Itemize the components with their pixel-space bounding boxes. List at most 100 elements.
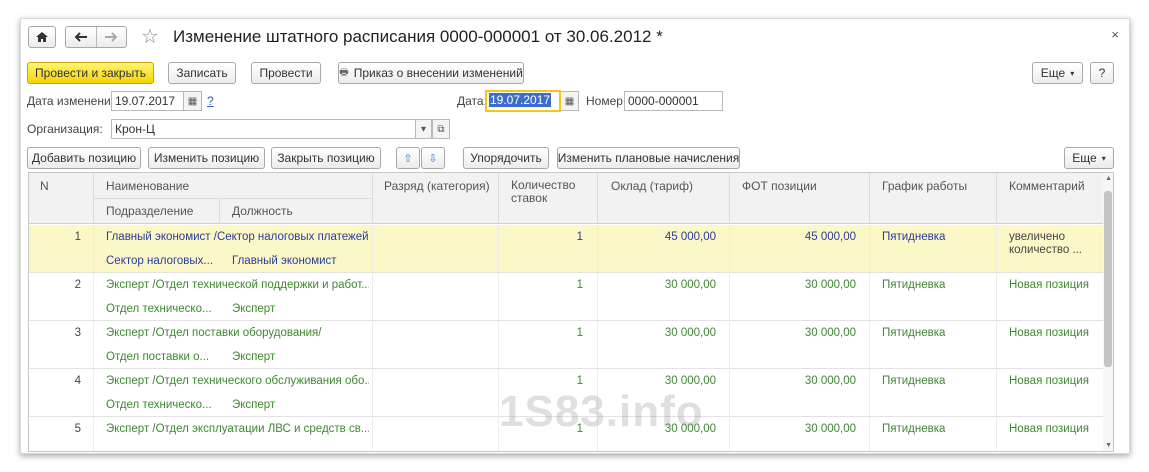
column-divider — [93, 225, 94, 273]
col-fot[interactable]: ФОТ позиции — [742, 179, 817, 193]
date-field[interactable]: 19.07.2017 — [485, 90, 561, 112]
cell-position: Главный экономист — [232, 255, 337, 267]
cell-name: Эксперт /Отдел эксплуатации ЛВС и средст… — [106, 423, 369, 435]
column-divider — [372, 273, 373, 321]
header-divider — [93, 173, 94, 224]
vertical-scrollbar[interactable]: ▲ ▼ — [1103, 173, 1113, 451]
column-divider — [869, 369, 870, 417]
cell-name: Главный экономист /Сектор налоговых плат… — [106, 231, 369, 243]
home-icon — [36, 32, 48, 42]
col-position[interactable]: Должность — [232, 204, 293, 218]
more-button[interactable]: Еще ▾ — [1032, 62, 1083, 84]
cell-schedule: Пятидневка — [882, 423, 946, 435]
column-divider — [869, 225, 870, 273]
column-divider — [869, 417, 870, 451]
table-more-label: Еще — [1072, 151, 1097, 165]
cell-dept: Отдел техническо... — [106, 399, 212, 411]
cell-n: 5 — [74, 423, 81, 435]
cell-fot: 30 000,00 — [804, 279, 856, 291]
organization-field[interactable]: Крон-Ц — [111, 119, 416, 139]
save-button[interactable]: Записать — [168, 62, 236, 84]
help-link[interactable]: ? — [207, 94, 214, 108]
col-n[interactable]: N — [40, 179, 49, 193]
page-title: Изменение штатного расписания 0000-00000… — [173, 27, 663, 46]
column-divider — [996, 369, 997, 417]
scrollbar-thumb[interactable] — [1104, 191, 1112, 367]
post-button[interactable]: Провести — [251, 62, 321, 84]
edit-position-button[interactable]: Изменить позицию — [148, 147, 265, 169]
table-row[interactable]: 3 Эксперт /Отдел поставки оборудования/От… — [29, 321, 1105, 369]
cell-rates: 1 — [576, 279, 583, 291]
col-rates[interactable]: Количество ставок — [511, 179, 587, 205]
move-down-button[interactable]: ⇩ — [421, 147, 445, 169]
cell-rates: 1 — [576, 327, 583, 339]
column-divider — [93, 369, 94, 417]
cell-rates: 1 — [576, 375, 583, 387]
home-button[interactable] — [28, 26, 56, 48]
cell-fot: 45 000,00 — [804, 231, 856, 243]
cell-salary: 30 000,00 — [664, 327, 716, 339]
change-date-label: Дата изменений: — [27, 94, 121, 108]
date-label: Дата: — [457, 94, 487, 108]
cell-dept: Отдел поставки о... — [106, 351, 210, 363]
sort-button[interactable]: Упорядочить — [463, 147, 549, 169]
header-divider — [219, 198, 220, 224]
order-button[interactable]: 🖶 Приказ о внесении изменений — [338, 62, 524, 84]
cell-schedule: Пятидневка — [882, 327, 946, 339]
close-icon[interactable]: × — [1111, 27, 1119, 42]
table-more-button[interactable]: Еще ▾ — [1064, 147, 1114, 169]
header-divider — [372, 173, 373, 224]
cell-name: Эксперт /Отдел технической поддержки и р… — [106, 279, 369, 291]
col-name[interactable]: Наименование — [106, 179, 189, 193]
cell-dept: Отдел техническо... — [106, 303, 212, 315]
post-and-close-button[interactable]: Провести и закрыть — [27, 62, 154, 84]
column-divider — [372, 369, 373, 417]
column-divider — [996, 273, 997, 321]
help-button[interactable]: ? — [1090, 62, 1114, 84]
open-link-icon[interactable]: ⧉ — [432, 119, 450, 139]
chevron-down-icon: ▾ — [1101, 153, 1106, 163]
col-dept[interactable]: Подразделение — [106, 204, 193, 218]
cell-salary: 30 000,00 — [664, 279, 716, 291]
number-field[interactable]: 0000-000001 — [624, 91, 723, 111]
column-divider — [498, 273, 499, 321]
col-grade[interactable]: Разряд (категория) — [384, 179, 490, 193]
more-button-label: Еще — [1040, 66, 1066, 80]
table-header: N Наименование Подразделение Должность Р… — [29, 173, 1105, 224]
cell-salary: 45 000,00 — [664, 231, 716, 243]
scroll-up-icon[interactable]: ▲ — [1105, 175, 1112, 182]
date-calendar-icon[interactable]: ▦ — [561, 91, 579, 111]
col-schedule[interactable]: График работы — [882, 179, 967, 193]
col-comment[interactable]: Комментарий — [1009, 179, 1085, 193]
back-button[interactable] — [66, 27, 96, 47]
cell-comment: Новая позиция — [1009, 279, 1089, 291]
cell-rates: 1 — [576, 231, 583, 243]
header-divider — [996, 173, 997, 224]
col-salary[interactable]: Оклад (тариф) — [611, 179, 693, 193]
calendar-icon[interactable]: ▦ — [184, 91, 202, 111]
arrow-up-icon: ⇧ — [403, 152, 413, 165]
cell-position: Эксперт — [232, 303, 276, 315]
add-position-button[interactable]: Добавить позицию — [27, 147, 141, 169]
dropdown-arrow-icon[interactable]: ▾ — [416, 119, 432, 139]
cell-schedule: Пятидневка — [882, 279, 946, 291]
nav-arrows — [65, 26, 127, 48]
cell-name: Эксперт /Отдел технического обслуживания… — [106, 375, 369, 387]
move-up-button[interactable]: ⇧ — [396, 147, 420, 169]
column-divider — [996, 321, 997, 369]
column-divider — [93, 321, 94, 369]
organization-label: Организация: — [27, 122, 103, 136]
cell-n: 2 — [74, 279, 81, 291]
planned-accruals-button[interactable]: Изменить плановые начисления — [557, 147, 740, 169]
close-position-button[interactable]: Закрыть позицию — [271, 147, 381, 169]
printer-icon: 🖶 — [339, 66, 349, 78]
document-window: ☆ Изменение штатного расписания 0000-000… — [20, 18, 1130, 454]
column-divider — [597, 273, 598, 321]
forward-button[interactable] — [97, 27, 127, 47]
column-divider — [729, 369, 730, 417]
scroll-down-icon[interactable]: ▼ — [1105, 442, 1112, 449]
table-row[interactable]: 2 Эксперт /Отдел технической поддержки и … — [29, 273, 1105, 321]
table-row[interactable]: 1 Главный экономист /Сектор налоговых пла… — [29, 225, 1105, 273]
favorite-star-icon[interactable]: ☆ — [141, 24, 159, 49]
change-date-field[interactable]: 19.07.2017 — [111, 91, 184, 111]
